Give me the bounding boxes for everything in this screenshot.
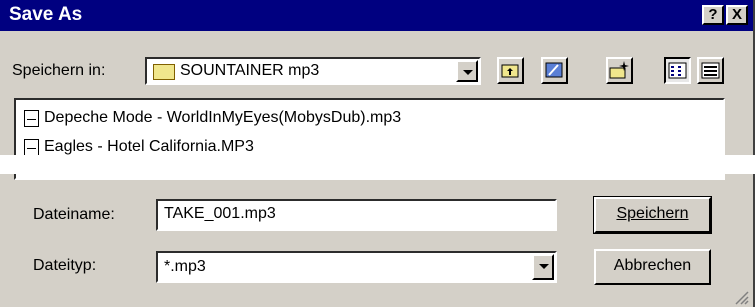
new-folder-icon <box>609 61 629 79</box>
cancel-label: Abbrechen <box>613 257 692 274</box>
filename-label: Dateiname: <box>33 206 115 223</box>
up-folder-icon <box>501 64 519 78</box>
folder-icon <box>153 64 175 80</box>
divider <box>0 155 755 174</box>
close-button[interactable]: X <box>726 5 748 25</box>
filetype-label: Dateityp: <box>33 257 97 274</box>
file-name: Eagles - Hotel California.MP3 <box>44 138 254 155</box>
list-view-icon <box>668 62 687 79</box>
file-name: Depeche Mode - WorldInMyEyes(MobysDub).m… <box>44 109 402 126</box>
window-title: Save As <box>9 4 83 25</box>
location-dropdown[interactable]: SOUNTAINER mp3 <box>145 57 481 85</box>
desktop-button[interactable] <box>541 57 568 84</box>
save-label: Speichern <box>616 205 689 222</box>
desktop-icon <box>545 62 563 78</box>
title-bar[interactable]: Save As ? X <box>0 0 753 31</box>
list-item[interactable]: Depeche Mode - WorldInMyEyes(MobysDub).m… <box>24 107 401 129</box>
details-view-button[interactable] <box>697 57 724 84</box>
filetype-dropdown[interactable]: *.mp3 <box>156 251 557 283</box>
filetype-value: *.mp3 <box>164 258 206 275</box>
audio-file-icon <box>24 138 39 156</box>
location-label: Speichern in: <box>12 62 106 79</box>
filename-value: TAKE_001.mp3 <box>164 205 276 222</box>
audio-file-icon <box>24 109 39 127</box>
resize-grip-icon[interactable] <box>733 289 749 305</box>
save-button[interactable]: Speichern <box>593 196 712 234</box>
list-view-button[interactable] <box>664 57 691 84</box>
save-as-dialog: Save As ? X Speichern in: SOUNTAINER mp3… <box>0 0 755 307</box>
details-view-icon <box>701 62 720 79</box>
filename-field[interactable]: TAKE_001.mp3 <box>156 199 557 231</box>
chevron-down-icon[interactable] <box>456 60 478 82</box>
location-value: SOUNTAINER mp3 <box>180 62 320 79</box>
new-folder-button[interactable] <box>606 57 633 84</box>
help-button[interactable]: ? <box>702 5 724 25</box>
chevron-down-icon[interactable] <box>532 254 554 280</box>
up-folder-button[interactable] <box>497 57 524 84</box>
cancel-button[interactable]: Abbrechen <box>594 249 711 285</box>
